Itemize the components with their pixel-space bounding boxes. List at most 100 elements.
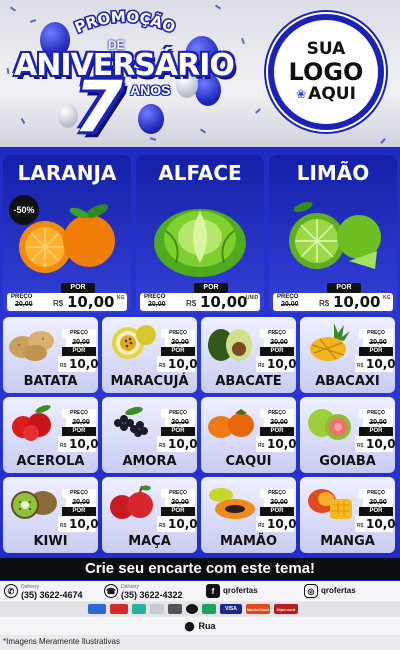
old-price: 20,00 <box>281 301 299 308</box>
sale-price-box: R$ 10,00 <box>58 436 98 452</box>
featured-title: LARANJA <box>17 161 117 185</box>
whatsapp-icon: ✆ <box>4 584 18 598</box>
lettuce-image <box>154 209 246 277</box>
sale-price: 10,00 <box>366 517 395 531</box>
instagram-icon: ◎ <box>304 584 318 598</box>
visa-icon: VISA <box>220 604 242 614</box>
product-card-abacate[interactable]: PREÇO 20,00 POR R$ 10,00 ABACATE <box>201 317 296 393</box>
product-card-abacaxi[interactable]: PREÇO 20,00 POR R$ 10,00 ABACAXI <box>300 317 395 393</box>
svg-text:PROMOÇÃO: PROMOÇÃO <box>72 8 178 37</box>
promo-arc-title: PROMOÇÃO <box>71 6 180 38</box>
product-card-goiaba[interactable]: PREÇO 20,00 POR R$ 10,00 GOIABA <box>300 397 395 473</box>
currency: R$ <box>159 363 166 369</box>
price-label: PREÇO <box>62 489 96 498</box>
sale-price-box: R$ 10,00 <box>157 436 197 452</box>
balloon <box>138 104 164 134</box>
product-card-maracuja[interactable]: PREÇO 20,00 POR R$ 10,00 MARACUJÁ <box>102 317 197 393</box>
sale-price-box: R$ 10,00 <box>355 436 395 452</box>
persimmon-image <box>208 409 254 438</box>
price-label: PREÇO <box>62 329 96 338</box>
product-card-amora[interactable]: PREÇO 20,00 POR R$ 10,00 AMORA <box>102 397 197 473</box>
por-tag: POR <box>359 347 393 356</box>
por-tag: POR <box>194 283 228 293</box>
product-name: GOIABA <box>319 454 376 469</box>
facebook-link[interactable]: f qrofertas <box>206 583 258 599</box>
sale-price-box: R$ 10,00 <box>256 356 296 372</box>
card-icon <box>88 604 106 614</box>
product-card-caqui[interactable]: PREÇO 20,00 POR R$ 10,00 CAQUI <box>201 397 296 473</box>
por-tag: POR <box>161 427 195 436</box>
contact-phone-2[interactable]: ☎ Delivery (35) 3622-4322 <box>104 583 183 600</box>
por-tag: POR <box>62 427 96 436</box>
address-bar: ⬤ Rua <box>0 617 400 635</box>
old-price: 20,00 <box>264 338 294 347</box>
product-name: MAMÃO <box>219 534 278 549</box>
product-name: MARACUJÁ <box>110 374 189 389</box>
cta-banner[interactable]: Crie seu encarte com este tema! <box>0 558 400 580</box>
price-unit: UNID <box>246 295 259 301</box>
currency: R$ <box>258 443 265 449</box>
product-card-acerola[interactable]: PREÇO 20,00 POR R$ 10,00 ACEROLA <box>3 397 98 473</box>
featured-card-alface[interactable]: ALFACE POR PREÇO 20,00 R$ 10,00 UNID <box>136 155 264 313</box>
currency: R$ <box>357 363 364 369</box>
featured-card-limao[interactable]: LIMÃO POR PREÇO 20,00 R$ 10,00 KG <box>269 155 397 313</box>
potato-image <box>9 331 54 361</box>
por-tag: POR <box>359 427 393 436</box>
sale-price: 10,00 <box>267 357 296 371</box>
sale-price: 10,00 <box>200 293 248 311</box>
sale-price-box: R$ 10,00 <box>157 516 197 532</box>
currency: R$ <box>159 443 166 449</box>
currency: R$ <box>60 363 67 369</box>
price-box: PREÇO 20,00 R$ 10,00 KG <box>273 293 393 311</box>
instagram-link[interactable]: ◎ qrofertas <box>304 583 356 599</box>
logo-line-2: LOGO <box>288 58 364 86</box>
old-price: 20,00 <box>165 498 195 507</box>
price-label: PREÇO <box>260 489 294 498</box>
product-card-mamao[interactable]: PREÇO 20,00 POR R$ 10,00 MAMÃO <box>201 477 296 553</box>
price-tag: PREÇO 20,00 POR R$ 10,00 <box>256 329 296 373</box>
price-label: PREÇO <box>161 329 195 338</box>
sale-price-box: R$ 10,00 <box>355 516 395 532</box>
product-name: CAQUI <box>225 454 272 469</box>
price-label: PREÇO <box>359 329 393 338</box>
header-banner: PROMOÇÃO DE ANIVERSÁRIO 7 ANOS SUA LOGO … <box>0 0 400 150</box>
logo-line-1: SUA <box>306 39 346 59</box>
contact-phone-1[interactable]: ✆ Delivery (35) 3622-4674 <box>4 583 83 600</box>
pineapple-image <box>310 323 350 361</box>
price-tag: PREÇO 20,00 POR R$ 10,00 <box>157 489 197 533</box>
sale-price: 10,00 <box>168 437 197 451</box>
card-icon <box>168 604 182 614</box>
featured-card-laranja[interactable]: LARANJA -50% POR PREÇO 20,00 R$ 10,00 KG <box>3 155 131 313</box>
product-card-maca[interactable]: PREÇO 20,00 POR R$ 10,00 MAÇA <box>102 477 197 553</box>
promo-number: 7 <box>74 66 123 148</box>
paw-icon: ❀ <box>296 87 307 101</box>
price-label: PREÇO <box>161 409 195 418</box>
logo-placeholder[interactable]: SUA LOGO ❀ AQUI <box>268 14 384 130</box>
promo-anos-text: ANOS <box>130 82 171 98</box>
payment-methods: VISA MasterCard Hipercard <box>0 602 400 616</box>
avocado-image <box>208 329 252 361</box>
product-card-batata[interactable]: PREÇO 20,00 POR R$ 10,00 BATATA <box>3 317 98 393</box>
price-label: PREÇO <box>277 294 299 300</box>
currency: R$ <box>60 443 67 449</box>
price-tag: PREÇO 20,00 POR R$ 10,00 <box>355 489 395 533</box>
disclaimer: *Imagens Meramente Ilustrativas <box>3 637 120 646</box>
sale-price-box: R$ 10,00 <box>157 356 197 372</box>
discount-badge: -50% <box>9 195 39 225</box>
sale-price: 10,00 <box>168 357 197 371</box>
price-label: PREÇO <box>161 489 195 498</box>
passion-fruit-image <box>112 325 156 359</box>
mastercard-icon: MasterCard <box>246 604 270 614</box>
price-label: PREÇO <box>359 489 393 498</box>
product-card-manga[interactable]: PREÇO 20,00 POR R$ 10,00 MANGA <box>300 477 395 553</box>
product-card-kiwi[interactable]: PREÇO 20,00 POR R$ 10,00 KIWI <box>3 477 98 553</box>
blackberry-image <box>114 406 148 437</box>
por-tag: POR <box>260 347 294 356</box>
lime-image <box>289 201 381 269</box>
sale-price-box: R$ 10,00 <box>256 516 296 532</box>
por-tag: POR <box>260 507 294 516</box>
price-box: PREÇO 20,00 R$ 10,00 KG <box>7 293 127 311</box>
promo-main-title: ANIVERSÁRIO <box>14 48 235 83</box>
contact-phone: (35) 3622-4674 <box>21 590 83 600</box>
por-tag: POR <box>62 347 96 356</box>
